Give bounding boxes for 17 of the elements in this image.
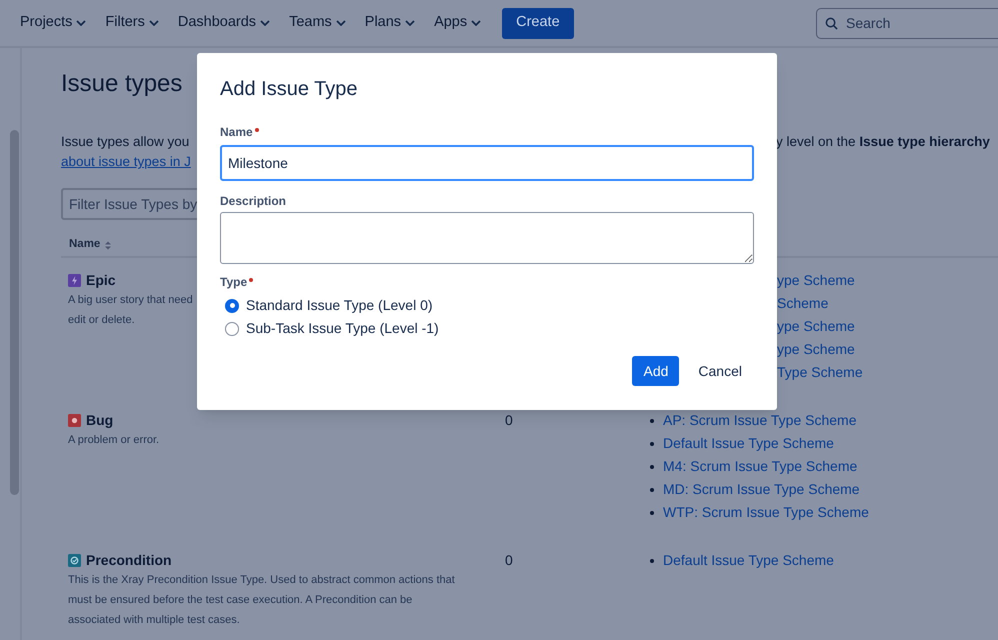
issue-type-description: A big user story that need [68,293,194,308]
dialog-title: Add Issue Type [220,77,358,101]
issue-count: 0 [505,410,513,430]
field-label: Name [220,124,253,141]
issue-type-name: Precondition [86,550,172,570]
issue-type-description: edit or delete. [68,313,136,328]
issue-type-description: A problem or error. [68,433,160,448]
page-title: Issue types [61,70,182,98]
issue-type-description: associated with multiple test cases. [68,613,241,628]
intro-text: Issue types allow you [61,133,190,151]
issue-count: 0 [505,550,513,570]
field-label: Description [220,193,286,210]
issue-type-name: Epic [86,270,116,290]
issue-type-name: Bug [86,410,114,430]
field-label: Type [220,274,248,291]
issue-type-description: must be ensured before the test case execution. A Precondition can be [68,593,414,608]
issue-type-description: This is the Xray Precondition Issue Type. Used to abstract common actions that [68,573,456,588]
